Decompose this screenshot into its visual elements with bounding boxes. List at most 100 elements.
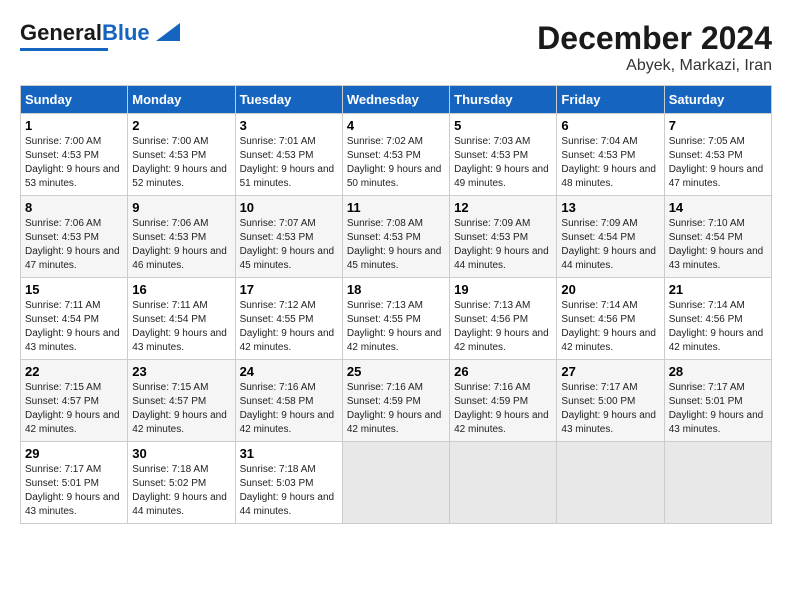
calendar-cell: 5 Sunrise: 7:03 AM Sunset: 4:53 PM Dayli… [450, 114, 557, 196]
day-info: Sunrise: 7:13 AM Sunset: 4:56 PM Dayligh… [454, 299, 552, 355]
day-number: 21 [669, 282, 767, 297]
day-number: 12 [454, 200, 552, 215]
calendar-cell: 27 Sunrise: 7:17 AM Sunset: 5:00 PM Dayl… [557, 360, 664, 442]
calendar-week-row: 29 Sunrise: 7:17 AM Sunset: 5:01 PM Dayl… [21, 442, 772, 524]
day-info: Sunrise: 7:03 AM Sunset: 4:53 PM Dayligh… [454, 135, 552, 191]
logo-general: General [20, 20, 102, 46]
day-number: 20 [561, 282, 659, 297]
day-number: 23 [132, 364, 230, 379]
col-wednesday: Wednesday [342, 86, 449, 114]
day-number: 10 [240, 200, 338, 215]
calendar-cell [557, 442, 664, 524]
calendar-cell: 24 Sunrise: 7:16 AM Sunset: 4:58 PM Dayl… [235, 360, 342, 442]
day-number: 26 [454, 364, 552, 379]
day-number: 17 [240, 282, 338, 297]
day-number: 24 [240, 364, 338, 379]
day-number: 6 [561, 118, 659, 133]
day-number: 16 [132, 282, 230, 297]
calendar-cell [450, 442, 557, 524]
day-number: 31 [240, 446, 338, 461]
calendar-cell: 22 Sunrise: 7:15 AM Sunset: 4:57 PM Dayl… [21, 360, 128, 442]
calendar-cell: 31 Sunrise: 7:18 AM Sunset: 5:03 PM Dayl… [235, 442, 342, 524]
day-number: 18 [347, 282, 445, 297]
col-friday: Friday [557, 86, 664, 114]
calendar-cell: 21 Sunrise: 7:14 AM Sunset: 4:56 PM Dayl… [664, 278, 771, 360]
calendar-cell: 2 Sunrise: 7:00 AM Sunset: 4:53 PM Dayli… [128, 114, 235, 196]
calendar-cell: 8 Sunrise: 7:06 AM Sunset: 4:53 PM Dayli… [21, 196, 128, 278]
calendar-week-row: 1 Sunrise: 7:00 AM Sunset: 4:53 PM Dayli… [21, 114, 772, 196]
day-info: Sunrise: 7:14 AM Sunset: 4:56 PM Dayligh… [669, 299, 767, 355]
day-info: Sunrise: 7:02 AM Sunset: 4:53 PM Dayligh… [347, 135, 445, 191]
day-info: Sunrise: 7:14 AM Sunset: 4:56 PM Dayligh… [561, 299, 659, 355]
day-number: 1 [25, 118, 123, 133]
calendar-cell: 28 Sunrise: 7:17 AM Sunset: 5:01 PM Dayl… [664, 360, 771, 442]
month-title: December 2024 [537, 20, 772, 57]
logo-arrow-icon [152, 19, 180, 43]
day-info: Sunrise: 7:06 AM Sunset: 4:53 PM Dayligh… [132, 217, 230, 273]
logo: General Blue [20, 20, 180, 51]
day-number: 14 [669, 200, 767, 215]
day-info: Sunrise: 7:16 AM Sunset: 4:58 PM Dayligh… [240, 381, 338, 437]
day-number: 25 [347, 364, 445, 379]
day-number: 27 [561, 364, 659, 379]
day-info: Sunrise: 7:10 AM Sunset: 4:54 PM Dayligh… [669, 217, 767, 273]
day-number: 2 [132, 118, 230, 133]
day-info: Sunrise: 7:13 AM Sunset: 4:55 PM Dayligh… [347, 299, 445, 355]
day-number: 7 [669, 118, 767, 133]
col-monday: Monday [128, 86, 235, 114]
day-info: Sunrise: 7:07 AM Sunset: 4:53 PM Dayligh… [240, 217, 338, 273]
calendar-cell: 20 Sunrise: 7:14 AM Sunset: 4:56 PM Dayl… [557, 278, 664, 360]
day-info: Sunrise: 7:17 AM Sunset: 5:01 PM Dayligh… [669, 381, 767, 437]
calendar-cell: 18 Sunrise: 7:13 AM Sunset: 4:55 PM Dayl… [342, 278, 449, 360]
calendar-cell: 13 Sunrise: 7:09 AM Sunset: 4:54 PM Dayl… [557, 196, 664, 278]
day-info: Sunrise: 7:16 AM Sunset: 4:59 PM Dayligh… [347, 381, 445, 437]
calendar-cell: 16 Sunrise: 7:11 AM Sunset: 4:54 PM Dayl… [128, 278, 235, 360]
day-info: Sunrise: 7:00 AM Sunset: 4:53 PM Dayligh… [25, 135, 123, 191]
day-info: Sunrise: 7:15 AM Sunset: 4:57 PM Dayligh… [132, 381, 230, 437]
col-thursday: Thursday [450, 86, 557, 114]
day-info: Sunrise: 7:04 AM Sunset: 4:53 PM Dayligh… [561, 135, 659, 191]
day-info: Sunrise: 7:18 AM Sunset: 5:02 PM Dayligh… [132, 463, 230, 519]
calendar-week-row: 15 Sunrise: 7:11 AM Sunset: 4:54 PM Dayl… [21, 278, 772, 360]
day-info: Sunrise: 7:08 AM Sunset: 4:53 PM Dayligh… [347, 217, 445, 273]
calendar-cell: 14 Sunrise: 7:10 AM Sunset: 4:54 PM Dayl… [664, 196, 771, 278]
day-info: Sunrise: 7:11 AM Sunset: 4:54 PM Dayligh… [25, 299, 123, 355]
calendar-cell: 25 Sunrise: 7:16 AM Sunset: 4:59 PM Dayl… [342, 360, 449, 442]
day-number: 15 [25, 282, 123, 297]
day-info: Sunrise: 7:05 AM Sunset: 4:53 PM Dayligh… [669, 135, 767, 191]
calendar-cell: 17 Sunrise: 7:12 AM Sunset: 4:55 PM Dayl… [235, 278, 342, 360]
day-info: Sunrise: 7:00 AM Sunset: 4:53 PM Dayligh… [132, 135, 230, 191]
logo-underline [20, 48, 108, 51]
calendar-cell: 6 Sunrise: 7:04 AM Sunset: 4:53 PM Dayli… [557, 114, 664, 196]
calendar-cell: 1 Sunrise: 7:00 AM Sunset: 4:53 PM Dayli… [21, 114, 128, 196]
col-saturday: Saturday [664, 86, 771, 114]
day-info: Sunrise: 7:18 AM Sunset: 5:03 PM Dayligh… [240, 463, 338, 519]
calendar-week-row: 22 Sunrise: 7:15 AM Sunset: 4:57 PM Dayl… [21, 360, 772, 442]
calendar-cell: 7 Sunrise: 7:05 AM Sunset: 4:53 PM Dayli… [664, 114, 771, 196]
col-sunday: Sunday [21, 86, 128, 114]
day-info: Sunrise: 7:12 AM Sunset: 4:55 PM Dayligh… [240, 299, 338, 355]
calendar-cell: 30 Sunrise: 7:18 AM Sunset: 5:02 PM Dayl… [128, 442, 235, 524]
title-block: December 2024 Abyek, Markazi, Iran [537, 20, 772, 75]
day-info: Sunrise: 7:17 AM Sunset: 5:01 PM Dayligh… [25, 463, 123, 519]
col-tuesday: Tuesday [235, 86, 342, 114]
location-title: Abyek, Markazi, Iran [537, 57, 772, 75]
day-number: 3 [240, 118, 338, 133]
calendar-cell: 26 Sunrise: 7:16 AM Sunset: 4:59 PM Dayl… [450, 360, 557, 442]
day-info: Sunrise: 7:16 AM Sunset: 4:59 PM Dayligh… [454, 381, 552, 437]
calendar-header-row: Sunday Monday Tuesday Wednesday Thursday… [21, 86, 772, 114]
day-number: 13 [561, 200, 659, 215]
day-info: Sunrise: 7:17 AM Sunset: 5:00 PM Dayligh… [561, 381, 659, 437]
calendar-cell [664, 442, 771, 524]
day-number: 5 [454, 118, 552, 133]
calendar-cell: 3 Sunrise: 7:01 AM Sunset: 4:53 PM Dayli… [235, 114, 342, 196]
calendar-cell: 29 Sunrise: 7:17 AM Sunset: 5:01 PM Dayl… [21, 442, 128, 524]
day-info: Sunrise: 7:06 AM Sunset: 4:53 PM Dayligh… [25, 217, 123, 273]
day-number: 11 [347, 200, 445, 215]
calendar-cell: 12 Sunrise: 7:09 AM Sunset: 4:53 PM Dayl… [450, 196, 557, 278]
day-info: Sunrise: 7:09 AM Sunset: 4:54 PM Dayligh… [561, 217, 659, 273]
logo-blue: Blue [102, 20, 150, 46]
calendar-cell: 11 Sunrise: 7:08 AM Sunset: 4:53 PM Dayl… [342, 196, 449, 278]
day-number: 19 [454, 282, 552, 297]
day-number: 29 [25, 446, 123, 461]
